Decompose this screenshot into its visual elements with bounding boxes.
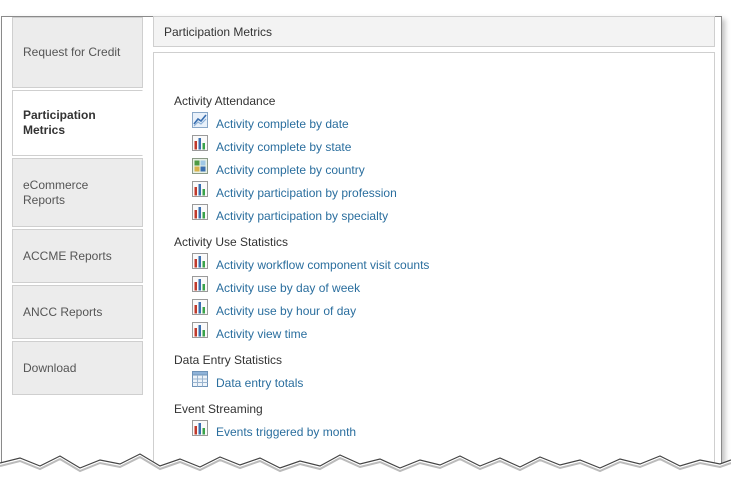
bar-chart-icon [192,299,208,315]
sidebar-item-label: Download [23,360,77,375]
sidebar-item-ancc-reports[interactable]: ANCC Reports [12,285,143,339]
report-list-panel: Activity Attendance Activity complete by… [153,52,715,497]
report-link-label: Activity use by hour of day [216,304,357,318]
bar-chart-icon [192,204,208,220]
sidebar-item-accme-reports[interactable]: ACCME Reports [12,229,143,283]
sidebar-item-label: ACCME Reports [23,248,112,263]
report-link-activity-complete-by-country[interactable]: Activity complete by country [192,158,365,179]
report-link-label: Activity view time [216,327,308,341]
report-link-label: Activity complete by country [216,163,365,177]
sidebar-item-label: ANCC Reports [23,304,103,319]
report-link-label: Activity complete by state [216,140,352,154]
line-chart-icon [192,112,208,128]
sidebar-item-ecommerce-reports[interactable]: eCommerce Reports [12,158,143,227]
report-link-label: Events triggered by month [216,425,357,439]
section-title-activity-attendance: Activity Attendance [174,94,276,108]
bar-chart-icon [192,253,208,269]
bar-chart-icon [192,276,208,292]
report-link-label: Activity participation by specialty [216,209,389,223]
bar-chart-icon [192,181,208,197]
report-link-activity-participation-by-profession[interactable]: Activity participation by profession [192,181,397,202]
page-title: Participation Metrics [164,25,273,39]
sidebar-item-label: eCommerce Reports [23,177,89,207]
report-link-activity-complete-by-state[interactable]: Activity complete by state [192,135,352,156]
report-link-activity-use-by-day-of-week[interactable]: Activity use by day of week [192,276,361,297]
report-link-activity-workflow-component-visit-counts[interactable]: Activity workflow component visit counts [192,253,430,274]
report-link-activity-complete-by-date[interactable]: Activity complete by date [192,112,349,133]
sidebar-item-participation-metrics[interactable]: Participation Metrics [12,90,143,156]
report-link-label: Activity use by day of week [216,281,361,295]
torn-edge-decoration [0,453,731,497]
sidebar-nav: Request for Credit Participation Metrics… [12,17,143,397]
bar-chart-icon [192,420,208,436]
sidebar-item-download[interactable]: Download [12,341,143,395]
sidebar-item-request-for-credit[interactable]: Request for Credit [12,17,143,88]
table-icon [192,371,208,387]
page-title-bar: Participation Metrics [153,16,715,47]
bar-chart-icon [192,322,208,338]
section-title-data-entry-statistics: Data Entry Statistics [174,353,283,367]
section-title-activity-use-statistics: Activity Use Statistics [174,235,289,249]
bar-chart-icon [192,135,208,151]
report-link-label: Activity complete by date [216,117,349,131]
report-link-label: Activity workflow component visit counts [216,258,430,272]
sidebar-item-label: Request for Credit [23,45,121,59]
report-link-activity-participation-by-specialty[interactable]: Activity participation by specialty [192,204,389,225]
sidebar-item-label: Participation Metrics [23,108,96,137]
report-link-label: Activity participation by profession [216,186,397,200]
report-link-activity-use-by-hour-of-day[interactable]: Activity use by hour of day [192,299,357,320]
report-link-activity-view-time[interactable]: Activity view time [192,322,308,343]
map-chart-icon [192,158,208,174]
report-link-label: Data entry totals [216,376,304,390]
section-title-event-streaming: Event Streaming [174,402,263,416]
report-link-data-entry-totals[interactable]: Data entry totals [192,371,304,392]
report-link-events-triggered-by-month[interactable]: Events triggered by month [192,420,357,441]
